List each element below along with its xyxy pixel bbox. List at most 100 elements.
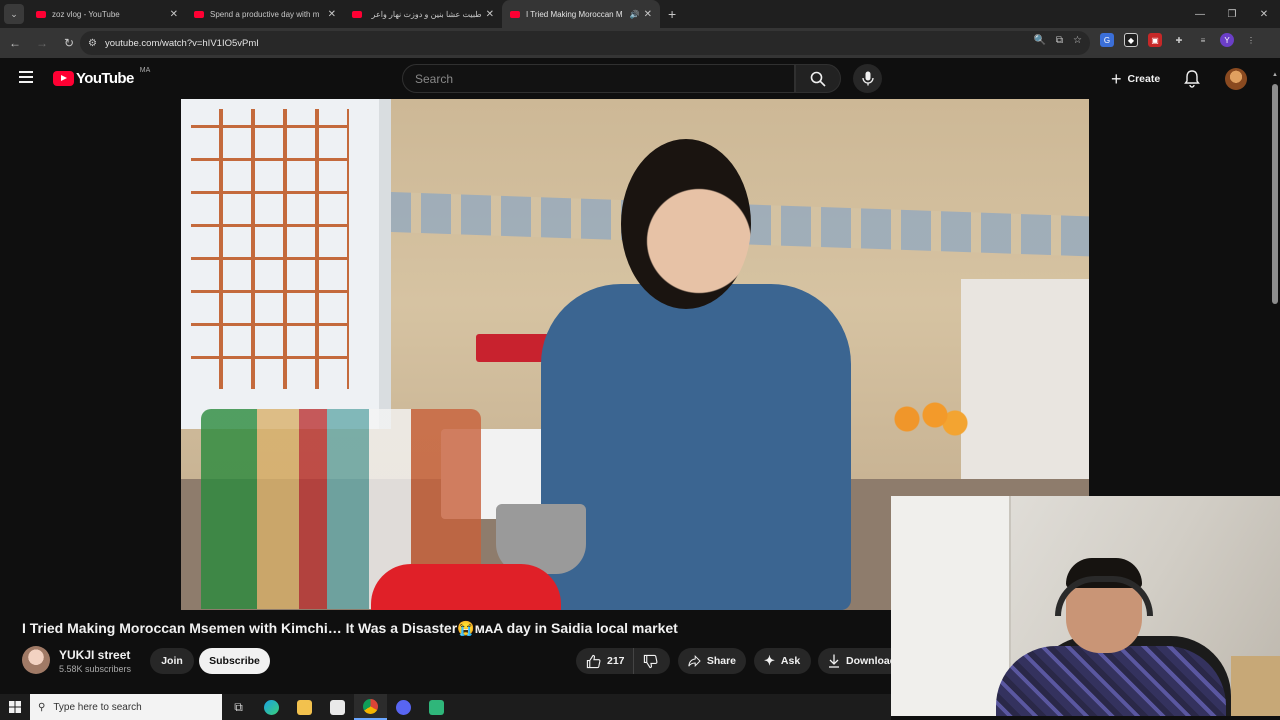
taskbar-search[interactable]: ⚲ Type here to search — [30, 694, 222, 720]
scroll-up-icon[interactable]: ▲ — [1272, 72, 1278, 78]
sparkle-icon: ✦ — [764, 653, 775, 668]
minimize-icon[interactable]: — — [1184, 0, 1216, 28]
notifications-bell-icon[interactable] — [1184, 70, 1200, 93]
webcam-shelf — [1231, 656, 1280, 716]
like-dislike-group: 217 — [576, 648, 670, 674]
account-avatar[interactable] — [1225, 68, 1247, 90]
tab-close-icon[interactable]: ✕ — [644, 9, 652, 20]
join-button[interactable]: Join — [150, 648, 194, 674]
youtube-logo[interactable]: YouTube MA — [53, 67, 151, 87]
microphone-icon — [861, 71, 874, 86]
thumbs-up-icon — [586, 654, 601, 668]
search-box[interactable] — [402, 64, 795, 93]
tab-title: Spend a productive day with m — [210, 9, 320, 19]
close-window-icon[interactable]: ✕ — [1248, 0, 1280, 28]
ask-label: Ask — [780, 655, 801, 667]
like-count: 217 — [607, 655, 625, 667]
omnibox-actions: 🔍 ⧉ ☆ — [1033, 35, 1082, 46]
scrollbar-thumb[interactable] — [1272, 84, 1278, 304]
video-oranges — [891, 399, 971, 439]
webcam-door — [891, 496, 1011, 716]
browser-menu-icon[interactable]: ⋮ — [1244, 33, 1258, 47]
install-icon[interactable]: ⧉ — [1056, 35, 1063, 46]
microsoft-store-icon[interactable] — [321, 694, 354, 720]
youtube-favicon-icon — [510, 10, 520, 18]
like-button[interactable]: 217 — [576, 648, 634, 674]
forward-icon[interactable]: → — [30, 31, 54, 55]
video-window — [181, 99, 391, 429]
tab-title: I Tried Making Moroccan M — [526, 9, 623, 19]
tab-close-icon[interactable]: ✕ — [486, 9, 494, 20]
channel-avatar[interactable] — [22, 646, 50, 674]
webcam-overlay — [891, 496, 1280, 716]
browser-tab[interactable]: zoz vlog - YouTube ✕ — [28, 0, 186, 28]
tab-search-chevron-icon[interactable]: ⌄ — [4, 4, 24, 24]
extensions-puzzle-icon[interactable]: ✚ — [1172, 33, 1186, 47]
reading-list-icon[interactable]: ≡ — [1196, 33, 1210, 47]
tab-close-icon[interactable]: ✕ — [328, 9, 336, 20]
browser-tab[interactable]: طبيت عشا بنين و دوزت نهار واعر ✕ — [344, 0, 502, 28]
video-person-head — [621, 139, 751, 309]
window-controls: — ❐ ✕ — [1184, 0, 1280, 28]
hamburger-menu-icon[interactable] — [19, 71, 33, 86]
download-label: Download — [846, 655, 897, 667]
profile-avatar[interactable]: Y — [1220, 33, 1234, 47]
youtube-wordmark: YouTube — [76, 70, 134, 87]
reload-icon[interactable]: ↻ — [57, 31, 81, 55]
youtube-favicon-icon — [352, 10, 362, 18]
search-button[interactable] — [795, 64, 841, 93]
share-arrow-icon — [688, 655, 701, 667]
site-info-icon[interactable]: ⚙ — [88, 38, 97, 49]
create-label: Create — [1127, 73, 1161, 85]
voice-search-button[interactable] — [853, 64, 882, 93]
plus-icon: + — [1111, 69, 1122, 89]
tab-title: zoz vlog - YouTube — [52, 9, 120, 19]
share-button[interactable]: Share — [678, 648, 746, 674]
thumbs-down-icon — [643, 654, 658, 668]
share-label: Share — [706, 655, 736, 667]
windows-taskbar: ⚲ Type here to search ⧉ — [0, 694, 891, 720]
browser-tab-active[interactable]: I Tried Making Moroccan M 🔊 ✕ — [502, 0, 660, 28]
tab-close-icon[interactable]: ✕ — [170, 9, 178, 20]
video-person-body — [541, 284, 851, 610]
start-button[interactable] — [0, 694, 30, 720]
chrome-icon[interactable] — [354, 694, 387, 720]
youtube-header: YouTube MA + Create — [0, 58, 1270, 99]
url-text[interactable]: youtube.com/watch?v=hIV1IO5vPmI — [105, 38, 259, 49]
windows-logo-icon — [9, 701, 21, 713]
youtube-favicon-icon — [36, 10, 46, 18]
search-icon — [810, 71, 826, 87]
translate-extension-icon[interactable]: G — [1100, 33, 1114, 47]
browser-tab[interactable]: Spend a productive day with m ✕ — [186, 0, 344, 28]
browser-toolbar: ← → ↻ ⚙ youtube.com/watch?v=hIV1IO5vPmI … — [0, 28, 1280, 58]
video-bowl — [371, 564, 561, 610]
search-icon: ⚲ — [38, 701, 46, 713]
back-icon[interactable]: ← — [3, 31, 27, 55]
bookmark-star-icon[interactable]: ☆ — [1073, 35, 1082, 46]
region-code: MA — [139, 67, 151, 74]
browser-tab-strip: ⌄ zoz vlog - YouTube ✕ Spend a productiv… — [0, 0, 1280, 28]
file-explorer-icon[interactable] — [288, 694, 321, 720]
search-input[interactable] — [415, 71, 794, 86]
address-bar[interactable]: ⚙ youtube.com/watch?v=hIV1IO5vPmI 🔍 ⧉ ☆ — [80, 31, 1090, 55]
red-extension-icon[interactable]: ▣ — [1148, 33, 1162, 47]
restore-icon[interactable]: ❐ — [1216, 0, 1248, 28]
ask-button[interactable]: ✦ Ask — [754, 648, 811, 674]
dislike-button[interactable] — [634, 648, 668, 674]
green-app-icon[interactable] — [420, 694, 453, 720]
audio-playing-icon[interactable]: 🔊 — [630, 10, 640, 19]
channel-name[interactable]: YUKJI street — [59, 648, 130, 662]
create-button[interactable]: + Create — [1103, 66, 1168, 92]
new-tab-icon[interactable]: + — [668, 6, 676, 22]
video-title: I Tried Making Moroccan Msemen with Kimc… — [22, 620, 678, 636]
diamond-extension-icon[interactable]: ◆ — [1124, 33, 1138, 47]
video-shelf — [961, 279, 1089, 499]
download-icon — [829, 654, 839, 668]
edge-browser-icon[interactable] — [255, 694, 288, 720]
discord-icon[interactable] — [387, 694, 420, 720]
task-view-icon[interactable]: ⧉ — [222, 694, 255, 720]
subscribe-button[interactable]: Subscribe — [199, 648, 270, 674]
youtube-play-icon — [53, 71, 74, 86]
tab-title: طبيت عشا بنين و دوزت نهار واعر — [371, 9, 482, 19]
zoom-icon[interactable]: 🔍 — [1033, 35, 1045, 46]
